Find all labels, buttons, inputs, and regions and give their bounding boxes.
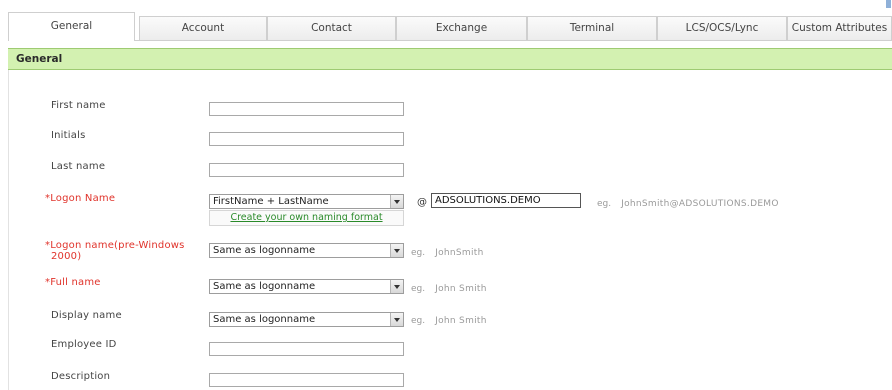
logon-name-example: eg. JohnSmith@ADSOLUTIONS.DEMO (597, 199, 779, 209)
dropdown-arrow-icon[interactable] (390, 195, 403, 208)
example-prefix: eg. (411, 284, 426, 294)
full-name-label: *Full name (45, 277, 101, 288)
logon-pre2000-example: eg. JohnSmith (411, 248, 484, 258)
tab-terminal[interactable]: Terminal (527, 16, 657, 40)
example-prefix: eg. (597, 199, 612, 209)
form-panel (8, 70, 892, 390)
example-value: John Smith (435, 316, 487, 326)
logon-pre2000-select[interactable]: Same as logonname (209, 243, 404, 258)
at-sign: @ (417, 197, 427, 208)
tab-contact[interactable]: Contact (267, 16, 396, 40)
example-value: JohnSmith@ADSOLUTIONS.DEMO (621, 199, 779, 209)
initials-input[interactable] (209, 132, 404, 146)
description-input[interactable] (209, 373, 404, 387)
display-name-select[interactable]: Same as logonname (209, 312, 404, 327)
logon-pre2000-label: *Logon name(pre-Windows 2000) (45, 240, 185, 262)
description-label: Description (51, 371, 111, 382)
tab-exchange[interactable]: Exchange (396, 16, 527, 40)
display-name-example: eg. John Smith (411, 316, 487, 326)
example-prefix: eg. (411, 316, 426, 326)
last-name-input[interactable] (209, 163, 404, 177)
employee-id-input[interactable] (209, 342, 404, 356)
full-name-example: eg. John Smith (411, 284, 487, 294)
logon-name-label: *Logon Name (45, 193, 116, 204)
domain-input[interactable]: ADSOLUTIONS.DEMO (431, 193, 581, 208)
dropdown-arrow-icon[interactable] (390, 244, 403, 257)
initials-label: Initials (51, 130, 86, 141)
example-value: JohnSmith (435, 248, 484, 258)
tab-lcs-ocs-lync[interactable]: LCS/OCS/Lync (657, 16, 787, 40)
section-header-general: General (8, 48, 892, 70)
full-name-selected: Same as logonname (213, 281, 316, 292)
create-naming-format-link[interactable]: Create your own naming format (209, 210, 404, 226)
logon-pre2000-label-line1: *Logon name(pre-Windows (45, 240, 185, 251)
logon-pre2000-selected: Same as logonname (213, 245, 316, 256)
tab-bar: General Account Contact Exchange Termina… (8, 10, 892, 41)
example-prefix: eg. (411, 248, 426, 258)
first-name-label: First name (51, 100, 106, 111)
logon-pre2000-label-line2: 2000) (51, 251, 82, 262)
full-name-select[interactable]: Same as logonname (209, 279, 404, 294)
last-name-label: Last name (51, 161, 106, 172)
display-name-selected: Same as logonname (213, 314, 316, 325)
dropdown-arrow-icon[interactable] (390, 280, 403, 293)
corner-marker (886, 0, 891, 8)
logon-name-select[interactable]: FirstName + LastName (209, 194, 404, 209)
tab-custom-attributes[interactable]: Custom Attributes (787, 16, 892, 40)
tab-general[interactable]: General (8, 12, 135, 41)
example-value: John Smith (435, 284, 487, 294)
first-name-input[interactable] (209, 102, 404, 116)
logon-name-selected: FirstName + LastName (213, 196, 329, 207)
display-name-label: Display name (51, 310, 122, 321)
employee-id-label: Employee ID (51, 339, 117, 350)
tab-account[interactable]: Account (139, 16, 267, 40)
dropdown-arrow-icon[interactable] (390, 313, 403, 326)
